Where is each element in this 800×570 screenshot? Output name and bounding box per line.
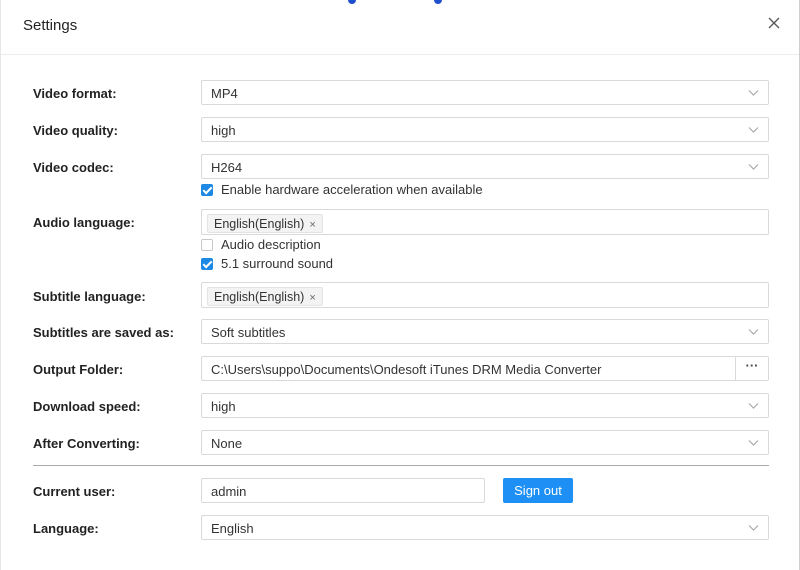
current-user-value: admin: [211, 484, 247, 499]
browse-folder-button[interactable]: ···: [735, 356, 768, 381]
after-converting-select[interactable]: None: [201, 430, 769, 455]
chevron-down-icon: [748, 90, 759, 96]
subtitle-language-tag: English(English) ×: [207, 287, 323, 306]
video-format-value: MP4: [211, 86, 238, 101]
close-icon[interactable]: [767, 16, 781, 30]
current-user-label: Current user:: [33, 484, 116, 499]
section-divider: [33, 465, 769, 466]
video-format-label: Video format:: [33, 86, 117, 101]
chevron-down-icon: [748, 403, 759, 409]
output-folder-label: Output Folder:: [33, 362, 124, 377]
language-select[interactable]: English: [201, 515, 769, 540]
audio-language-tag-label: English(English): [214, 217, 305, 231]
chevron-down-icon: [748, 329, 759, 335]
video-codec-label: Video codec:: [33, 160, 114, 175]
audio-description-option[interactable]: Audio description: [201, 237, 321, 252]
download-speed-label: Download speed:: [33, 399, 141, 414]
hw-accel-checkbox[interactable]: [201, 184, 213, 196]
subtitles-saved-as-value: Soft subtitles: [211, 325, 286, 340]
chevron-down-icon: [748, 525, 759, 531]
subtitles-saved-as-select[interactable]: Soft subtitles: [201, 319, 769, 344]
chevron-down-icon: [748, 440, 759, 446]
output-folder-input[interactable]: C:\Users\suppo\Documents\Ondesoft iTunes…: [201, 356, 769, 381]
remove-tag-icon[interactable]: ×: [309, 292, 315, 304]
hw-accel-option[interactable]: Enable hardware acceleration when availa…: [201, 182, 483, 197]
settings-dialog: Settings Video format: MP4 Video quality…: [0, 0, 800, 570]
subtitles-saved-as-label: Subtitles are saved as:: [33, 325, 174, 340]
video-codec-value: H264: [211, 160, 243, 175]
sign-out-button[interactable]: Sign out: [503, 478, 573, 503]
hw-accel-label: Enable hardware acceleration when availa…: [221, 182, 483, 197]
surround-sound-label: 5.1 surround sound: [221, 256, 334, 271]
after-converting-value: None: [211, 436, 243, 451]
audio-language-tag: English(English) ×: [207, 214, 323, 233]
output-folder-path: C:\Users\suppo\Documents\Ondesoft iTunes…: [211, 362, 602, 377]
remove-tag-icon[interactable]: ×: [309, 219, 315, 231]
audio-language-label: Audio language:: [33, 215, 135, 230]
dialog-header: Settings: [1, 0, 799, 55]
subtitle-language-tag-label: English(English): [214, 290, 305, 304]
chevron-down-icon: [748, 127, 759, 133]
language-label: Language:: [33, 521, 99, 536]
video-quality-label: Video quality:: [33, 123, 118, 138]
video-codec-select[interactable]: H264: [201, 154, 769, 179]
download-speed-select[interactable]: high: [201, 393, 769, 418]
download-speed-value: high: [211, 399, 236, 414]
dialog-title: Settings: [23, 17, 78, 34]
video-quality-select[interactable]: high: [201, 117, 769, 142]
current-user-field: admin: [201, 478, 485, 503]
audio-description-checkbox[interactable]: [201, 239, 213, 251]
video-quality-value: high: [211, 123, 236, 138]
audio-description-label: Audio description: [221, 237, 321, 252]
surround-sound-checkbox[interactable]: [201, 258, 213, 270]
surround-sound-option[interactable]: 5.1 surround sound: [201, 256, 333, 271]
after-converting-label: After Converting:: [33, 436, 140, 451]
audio-language-multiselect[interactable]: English(English) ×: [201, 209, 769, 235]
subtitle-language-multiselect[interactable]: English(English) ×: [201, 282, 769, 308]
video-format-select[interactable]: MP4: [201, 80, 769, 105]
language-value: English: [211, 521, 254, 536]
chevron-down-icon: [748, 164, 759, 170]
subtitle-language-label: Subtitle language:: [33, 289, 146, 304]
